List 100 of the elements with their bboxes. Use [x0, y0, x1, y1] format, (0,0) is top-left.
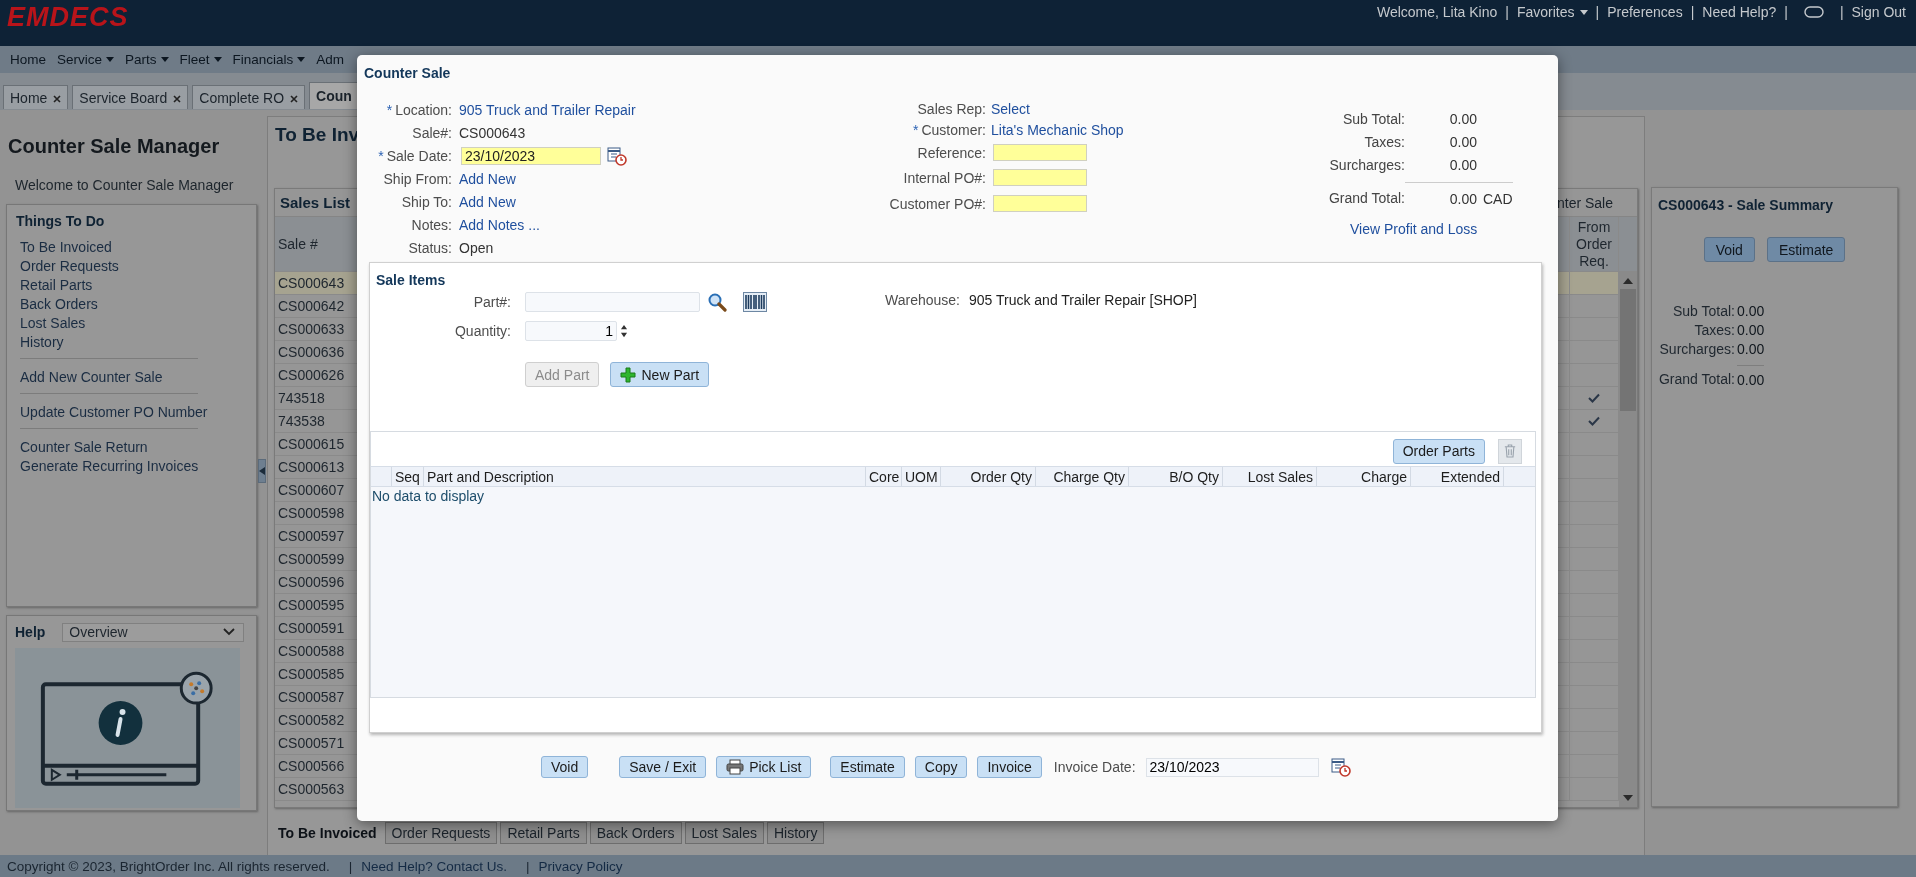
input-field[interactable]: [993, 195, 1087, 212]
column-header[interactable]: Part and Description: [424, 467, 866, 486]
close-icon[interactable]: [53, 95, 62, 103]
total-link[interactable]: 0.00: [1405, 157, 1477, 173]
task-link[interactable]: To Be Invoiced: [16, 238, 112, 257]
field-label: Status:: [408, 239, 452, 256]
barcode-icon[interactable]: [743, 291, 767, 312]
task-link[interactable]: Update Customer PO Number: [16, 403, 208, 422]
task-link[interactable]: Lost Sales: [16, 314, 86, 333]
task-link[interactable]: Order Requests: [16, 257, 119, 276]
tab[interactable]: Home: [3, 85, 69, 109]
separator: |: [1839, 4, 1844, 20]
tab[interactable]: Complete RO: [192, 85, 306, 109]
tab[interactable]: Order Requests: [384, 822, 498, 844]
search-icon[interactable]: [707, 291, 727, 312]
order-parts-button[interactable]: Order Parts: [1392, 438, 1485, 464]
close-icon[interactable]: [173, 95, 182, 103]
tab[interactable]: Back Orders: [589, 822, 682, 844]
tab[interactable]: Lost Sales: [684, 822, 764, 844]
task-link[interactable]: Retail Parts: [16, 276, 93, 295]
header-link[interactable]: Sign Out: [1851, 4, 1906, 20]
field-link[interactable]: Lita's Mechanic Shop: [991, 121, 1124, 138]
task-link[interactable]: Generate Recurring Invoices: [16, 457, 199, 476]
table-cell-text: 743518: [277, 389, 326, 408]
action-button[interactable]: Void: [541, 756, 589, 778]
field-label: Part#:: [472, 293, 511, 310]
task-link[interactable]: Back Orders: [16, 295, 98, 314]
column-header[interactable]: Order Qty: [941, 467, 1036, 486]
task-link[interactable]: Add New Counter Sale: [16, 368, 163, 387]
table-cell-text: CS000571: [277, 734, 346, 753]
trash-icon: [1504, 444, 1516, 458]
tab[interactable]: History: [766, 822, 825, 844]
table-cell-text: CS000582: [277, 711, 346, 730]
action-button[interactable]: Copy: [914, 756, 968, 778]
calendar-icon[interactable]: [1330, 757, 1351, 777]
column-header[interactable]: From Order Req.: [1569, 217, 1619, 271]
panel-title: CS000643 - Sale Summary: [1658, 197, 1835, 213]
menu-item[interactable]: Financials: [226, 52, 311, 67]
field-link[interactable]: Add New: [459, 193, 516, 210]
total-label: Taxes:: [1363, 134, 1405, 150]
action-button[interactable]: Estimate: [830, 756, 905, 778]
table-cell-text: CS000626: [277, 366, 346, 385]
column-header[interactable]: Lost Sales: [1223, 467, 1317, 486]
total-label: Taxes:: [1693, 322, 1735, 338]
quantity-field[interactable]: 1: [525, 320, 617, 341]
field-link[interactable]: Add Notes ...: [459, 216, 540, 233]
calendar-icon[interactable]: [607, 145, 627, 166]
field-label: Sales Rep:: [917, 100, 986, 117]
video-thumbnail[interactable]: [15, 648, 240, 808]
scrollbar[interactable]: [1619, 272, 1637, 807]
field-label: Invoice Date:: [1053, 759, 1136, 775]
menu-item[interactable]: Service: [51, 52, 120, 67]
task-link[interactable]: History: [16, 333, 64, 352]
caret-icon: [297, 57, 306, 62]
task-link[interactable]: Counter Sale Return: [16, 438, 148, 457]
separator: |: [525, 858, 530, 874]
favorites-menu[interactable]: Favorites: [1516, 4, 1588, 20]
column-header[interactable]: UOM: [902, 467, 941, 486]
tab[interactable]: To Be Invoiced: [274, 822, 382, 844]
column-header[interactable]: Core: [866, 467, 902, 486]
field-link[interactable]: Add New: [459, 170, 516, 187]
input-field[interactable]: [993, 144, 1087, 161]
date-field[interactable]: 23/10/2023: [461, 146, 601, 165]
collapse-handle[interactable]: [258, 458, 266, 483]
field-link[interactable]: Select: [991, 100, 1030, 117]
profit-loss-link[interactable]: View Profit and Loss: [1350, 221, 1478, 237]
column-header[interactable]: Extended: [1411, 467, 1504, 486]
scroll-up-icon[interactable]: [1623, 278, 1633, 284]
action-button[interactable]: Estimate: [1766, 237, 1846, 262]
column-header[interactable]: Seq: [392, 467, 424, 486]
action-button[interactable]: Pick List: [716, 756, 812, 778]
table-cell-text: CS000588: [277, 642, 346, 661]
spinner-icon[interactable]: [620, 323, 628, 338]
menu-item[interactable]: Fleet: [173, 52, 227, 67]
menu-item[interactable]: Home: [4, 52, 51, 67]
total-link[interactable]: 0.00: [1405, 134, 1477, 150]
close-icon[interactable]: [290, 95, 299, 103]
tab[interactable]: Service Board: [72, 85, 189, 109]
column-header[interactable]: Charge: [1317, 467, 1411, 486]
action-button[interactable]: Save / Exit: [619, 756, 707, 778]
field-link[interactable]: 905 Truck and Trailer Repair: [459, 101, 636, 118]
column-header[interactable]: Sale #: [275, 217, 353, 271]
tab[interactable]: Retail Parts: [500, 822, 587, 844]
tab[interactable]: Coun: [309, 82, 359, 109]
field-label: Sale Date:: [386, 147, 452, 164]
action-button[interactable]: Invoice: [977, 756, 1042, 778]
header-link[interactable]: Preferences: [1607, 4, 1683, 20]
menu-item[interactable]: Adm: [310, 52, 350, 67]
panel-title: Sale Items: [375, 271, 447, 287]
column-header[interactable]: B/O Qty: [1129, 467, 1223, 486]
column-header[interactable]: Charge Qty: [1036, 467, 1129, 486]
scroll-down-icon[interactable]: [1623, 795, 1633, 801]
action-button[interactable]: New Part: [610, 362, 710, 387]
input-field[interactable]: [993, 169, 1087, 186]
topic-dropdown[interactable]: Overview: [62, 622, 245, 642]
menu-item[interactable]: Parts: [119, 52, 174, 67]
header-link[interactable]: Need Help?: [1702, 4, 1777, 20]
date-field[interactable]: 23/10/2023: [1145, 757, 1319, 777]
action-button[interactable]: Void: [1703, 237, 1755, 262]
part-number-field[interactable]: [525, 291, 700, 312]
